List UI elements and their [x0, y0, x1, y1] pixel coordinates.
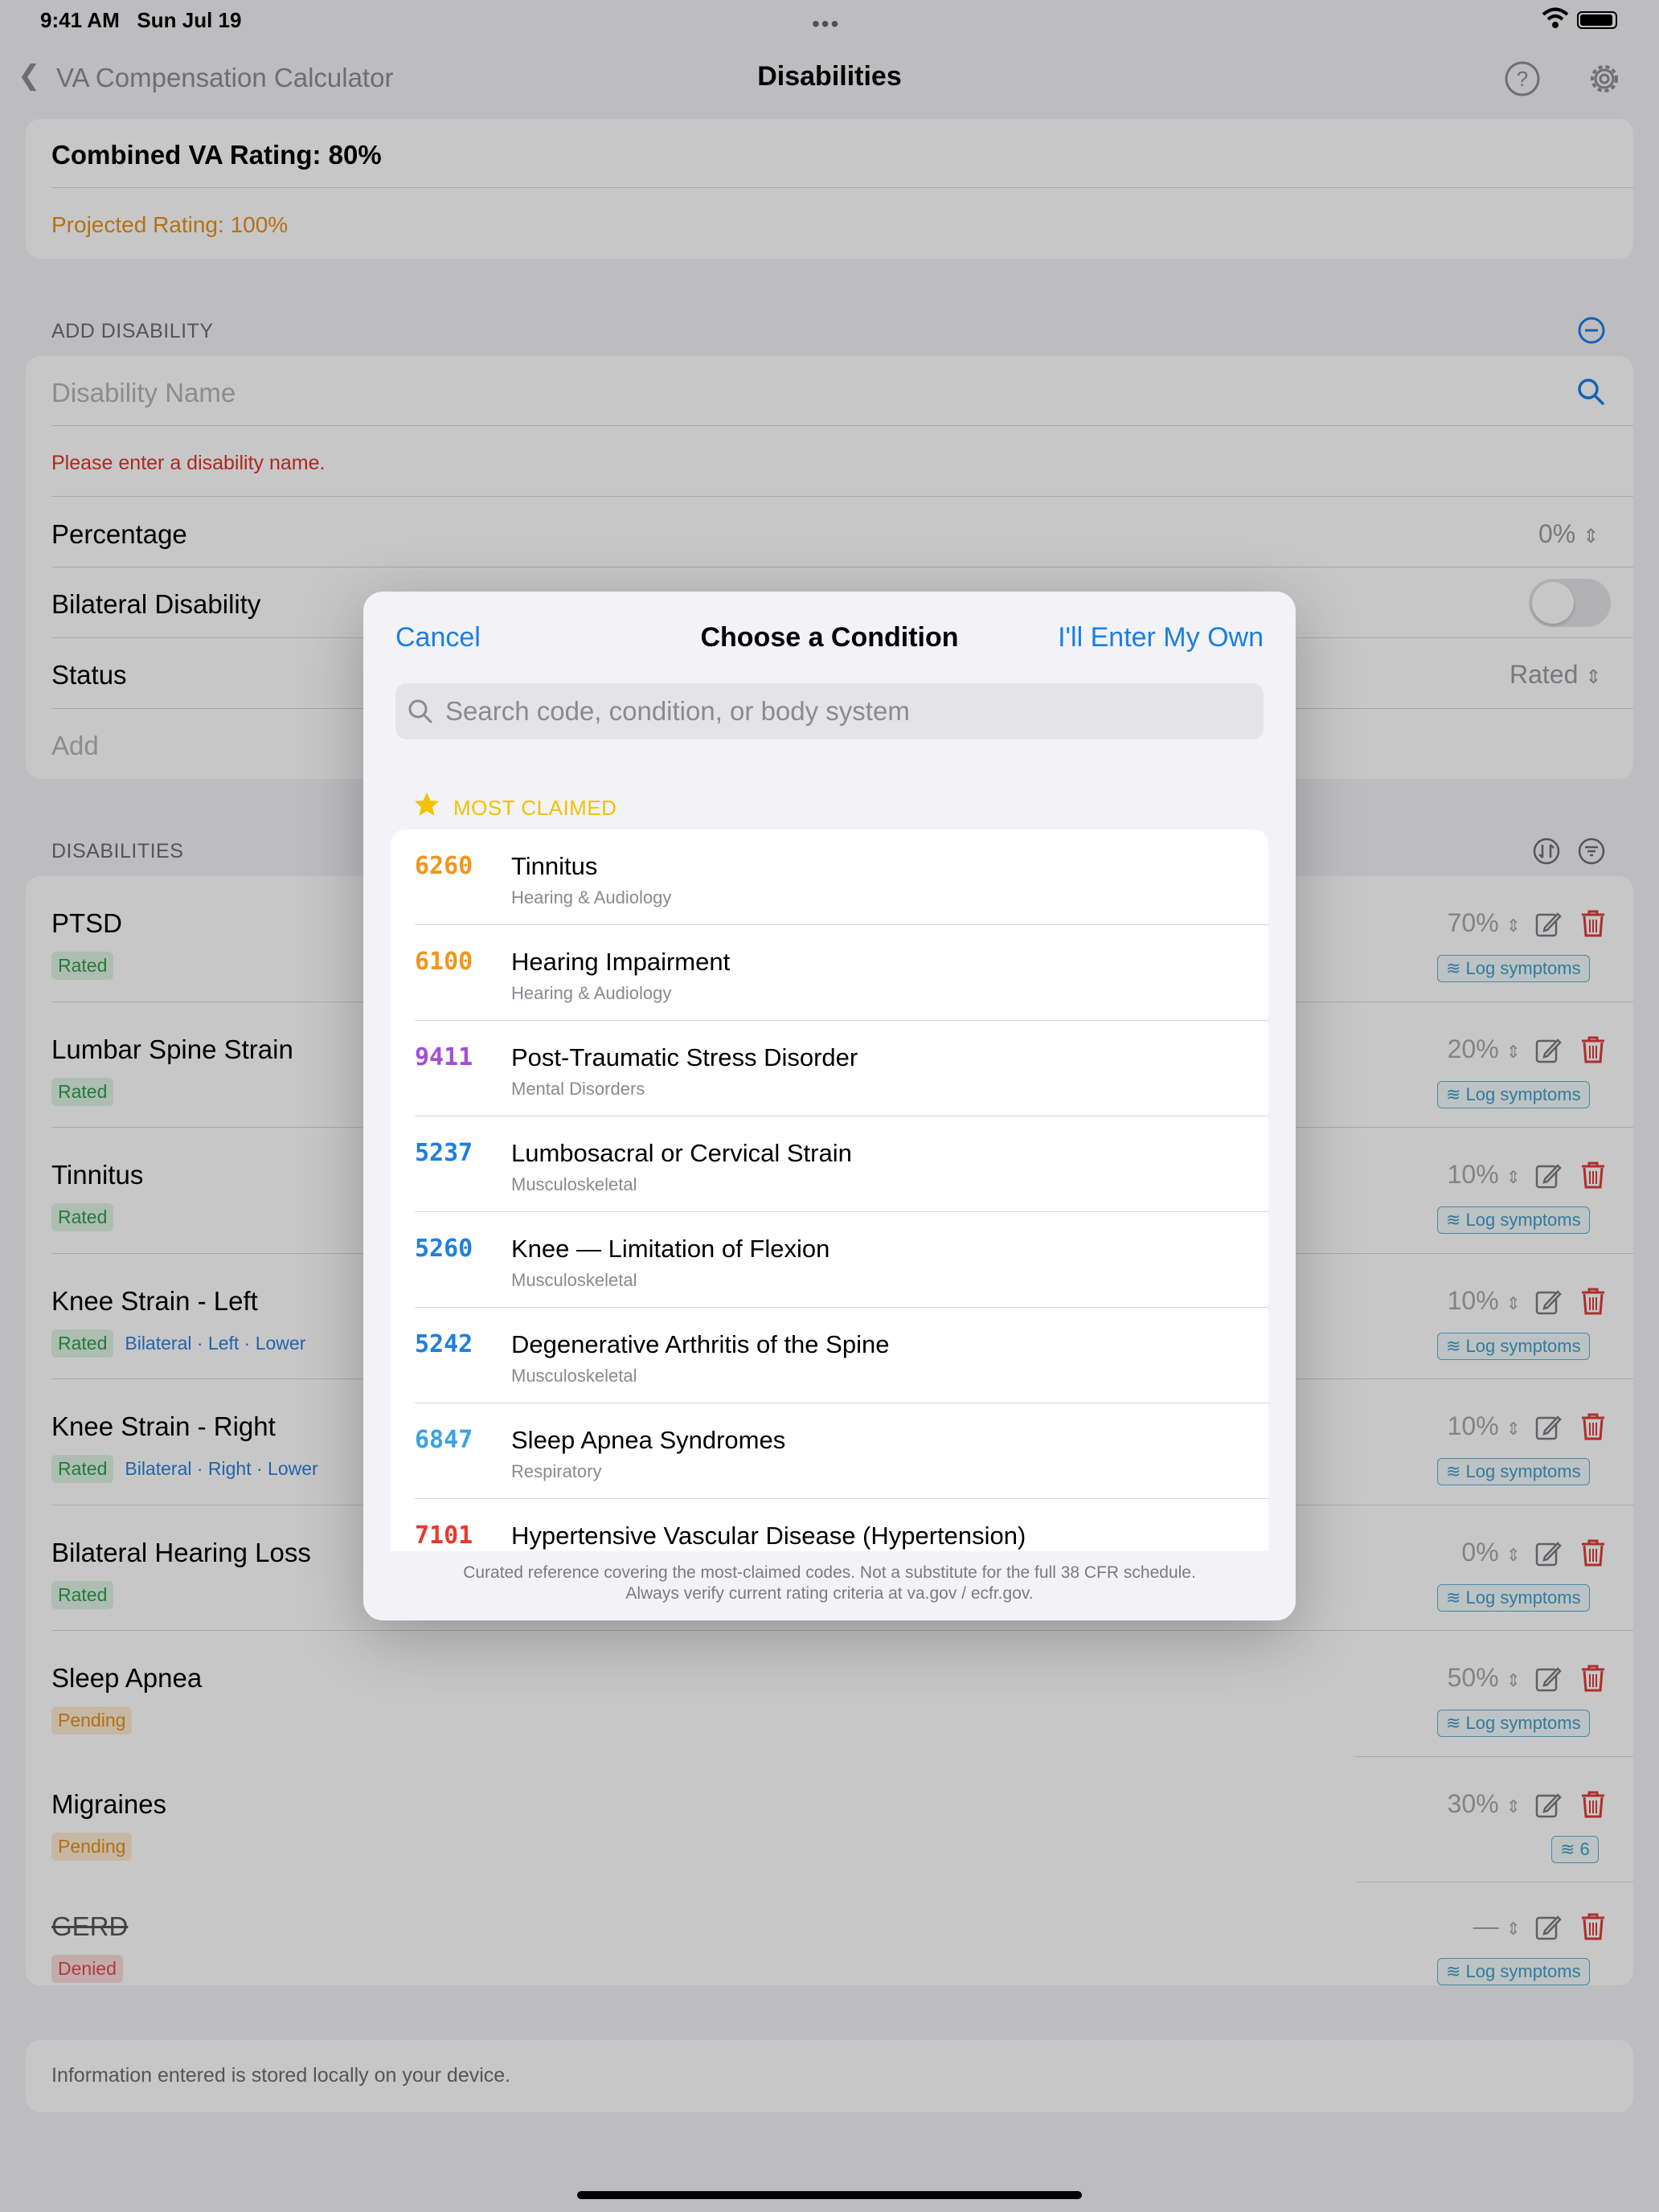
condition-row[interactable]: 6100 Hearing Impairment Hearing & Audiol…	[391, 925, 1268, 1021]
condition-system: Hearing & Audiology	[511, 983, 672, 1003]
condition-row[interactable]: 9411 Post-Traumatic Stress Disorder Ment…	[391, 1021, 1268, 1116]
condition-name: Hypertensive Vascular Disease (Hypertens…	[511, 1522, 1026, 1550]
condition-name: Lumbosacral or Cervical Strain	[511, 1139, 852, 1167]
condition-row[interactable]: 7101 Hypertensive Vascular Disease (Hype…	[391, 1499, 1268, 1551]
condition-code: 5260	[415, 1235, 473, 1263]
condition-code: 9411	[415, 1043, 473, 1071]
sheet-footnote: Curated reference covering the most-clai…	[363, 1563, 1296, 1604]
search-placeholder: Search code, condition, or body system	[445, 696, 910, 726]
condition-code: 7101	[415, 1522, 473, 1550]
condition-name: Knee — Limitation of Flexion	[511, 1235, 830, 1263]
most-claimed-label: MOST CLAIMED	[453, 796, 617, 820]
condition-name: Tinnitus	[511, 852, 598, 880]
search-icon	[408, 699, 432, 723]
condition-row[interactable]: 5260 Knee — Limitation of Flexion Muscul…	[391, 1212, 1268, 1308]
condition-name: Degenerative Arthritis of the Spine	[511, 1330, 890, 1358]
footnote-line: Always verify current rating criteria at…	[625, 1584, 1034, 1603]
condition-system: Hearing & Audiology	[511, 887, 672, 907]
condition-code: 6847	[415, 1426, 473, 1454]
footnote-line: Curated reference covering the most-clai…	[463, 1563, 1196, 1582]
condition-code: 6100	[415, 948, 473, 976]
condition-system: Musculoskeletal	[511, 1270, 637, 1290]
condition-name: Post-Traumatic Stress Disorder	[511, 1043, 858, 1071]
condition-row[interactable]: 5237 Lumbosacral or Cervical Strain Musc…	[391, 1116, 1268, 1212]
condition-row[interactable]: 5242 Degenerative Arthritis of the Spine…	[391, 1308, 1268, 1403]
condition-name: Sleep Apnea Syndromes	[511, 1426, 786, 1454]
condition-system: Mental Disorders	[511, 1079, 645, 1099]
condition-code: 5237	[415, 1139, 473, 1167]
condition-row[interactable]: 6847 Sleep Apnea Syndromes Respiratory	[391, 1403, 1268, 1499]
condition-system: Respiratory	[511, 1461, 602, 1481]
choose-condition-sheet: Cancel Choose a Condition I'll Enter My …	[363, 592, 1296, 1620]
condition-search-field[interactable]: Search code, condition, or body system	[395, 683, 1264, 739]
condition-system: Musculoskeletal	[511, 1174, 637, 1194]
condition-row[interactable]: 6260 Tinnitus Hearing & Audiology	[391, 830, 1268, 925]
condition-system: Musculoskeletal	[511, 1366, 637, 1386]
enter-own-button[interactable]: I'll Enter My Own	[1058, 622, 1264, 653]
condition-list: 6260 Tinnitus Hearing & Audiology 6100 H…	[391, 830, 1268, 1551]
star-icon	[415, 793, 439, 816]
condition-code: 5242	[415, 1330, 473, 1358]
condition-code: 6260	[415, 852, 473, 880]
condition-name: Hearing Impairment	[511, 948, 731, 976]
